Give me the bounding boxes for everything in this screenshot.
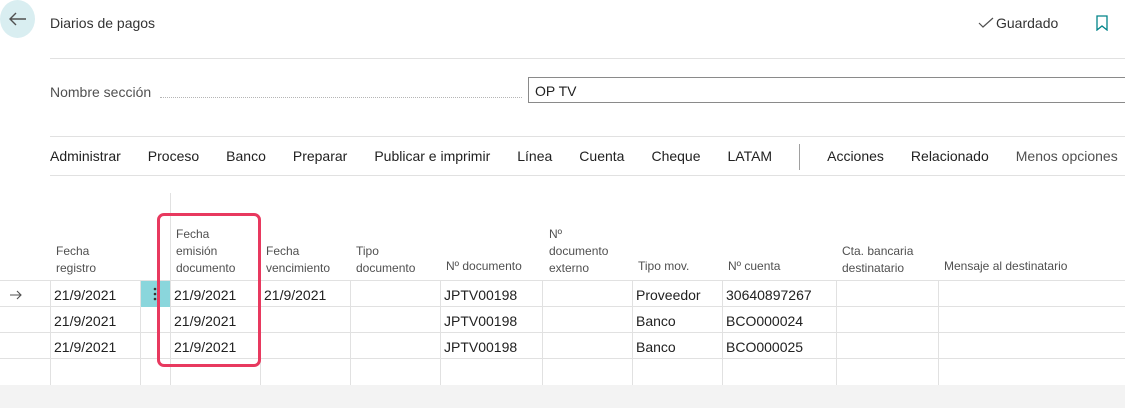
highlight-box: [157, 213, 261, 367]
col-divider: [440, 281, 441, 385]
arrow-left-icon: [8, 12, 26, 26]
current-row-arrow-icon: [9, 287, 23, 305]
divider: [50, 58, 1125, 59]
page-title: Diarios de pagos: [50, 15, 156, 31]
col-divider: [350, 281, 351, 385]
cell-fecha-vencimiento[interactable]: 21/9/2021: [264, 287, 326, 303]
saved-label: Guardado: [996, 15, 1059, 31]
cell-tipo-mov[interactable]: Banco: [636, 313, 676, 329]
action-cuenta[interactable]: Cuenta: [579, 148, 624, 168]
col-header-tipo-mov[interactable]: Tipo mov.: [638, 258, 689, 275]
cell-tipo-mov[interactable]: Proveedor: [636, 287, 701, 303]
col-header-fecha-registro[interactable]: Fecha registro: [56, 243, 96, 277]
section-name-label: Nombre sección: [50, 84, 152, 100]
cell-no-cuenta[interactable]: 30640897267: [726, 287, 812, 303]
col-header-cta-bancaria[interactable]: Cta. bancaria destinatario: [842, 243, 913, 277]
field-dots: [160, 97, 522, 98]
less-options-button[interactable]: Menos opciones: [1016, 148, 1118, 168]
section-name-field[interactable]: OP TV: [528, 77, 1125, 103]
cell-no-cuenta[interactable]: BCO000024: [726, 313, 803, 329]
bookmark-icon[interactable]: [1096, 15, 1108, 36]
action-bar: Administrar Proceso Banco Preparar Publi…: [50, 144, 1125, 170]
col-header-mensaje[interactable]: Mensaje al destinatario: [944, 258, 1067, 275]
action-banco[interactable]: Banco: [226, 148, 266, 168]
action-acciones[interactable]: Acciones: [827, 148, 884, 168]
col-divider: [938, 281, 939, 385]
col-header-tipo-documento[interactable]: Tipo documento: [356, 243, 415, 277]
col-header-no-documento[interactable]: Nº documento: [446, 258, 522, 275]
col-divider: [50, 281, 51, 385]
action-cheque[interactable]: Cheque: [651, 148, 700, 168]
col-divider: [722, 281, 723, 385]
action-preparar[interactable]: Preparar: [293, 148, 347, 168]
col-divider: [542, 281, 543, 385]
cell-no-cuenta[interactable]: BCO000025: [726, 339, 803, 355]
saved-status: Guardado: [978, 15, 1058, 31]
footer-bar: [0, 385, 1125, 408]
action-publicar-imprimir[interactable]: Publicar e imprimir: [374, 148, 490, 168]
col-divider: [836, 281, 837, 385]
cell-tipo-mov[interactable]: Banco: [636, 339, 676, 355]
action-separator: [799, 144, 801, 170]
divider: [50, 136, 1125, 137]
action-linea[interactable]: Línea: [517, 148, 552, 168]
action-latam[interactable]: LATAM: [728, 148, 773, 168]
cell-fecha-registro[interactable]: 21/9/2021: [54, 287, 116, 303]
cell-fecha-registro[interactable]: 21/9/2021: [54, 313, 116, 329]
back-button[interactable]: [0, 0, 35, 38]
col-header-no-doc-externo[interactable]: Nº documento externo: [549, 226, 608, 277]
cell-no-documento[interactable]: JPTV00198: [444, 313, 517, 329]
col-divider: [632, 281, 633, 385]
col-header-no-cuenta[interactable]: Nº cuenta: [728, 258, 780, 275]
cell-no-documento[interactable]: JPTV00198: [444, 339, 517, 355]
action-proceso[interactable]: Proceso: [148, 148, 199, 168]
action-relacionado[interactable]: Relacionado: [911, 148, 989, 168]
cell-no-documento[interactable]: JPTV00198: [444, 287, 517, 303]
checkmark-icon: [978, 17, 994, 28]
divider: [50, 175, 1125, 176]
col-header-fecha-vencimiento[interactable]: Fecha vencimiento: [266, 243, 330, 277]
cell-fecha-registro[interactable]: 21/9/2021: [54, 339, 116, 355]
action-administrar[interactable]: Administrar: [50, 148, 121, 168]
